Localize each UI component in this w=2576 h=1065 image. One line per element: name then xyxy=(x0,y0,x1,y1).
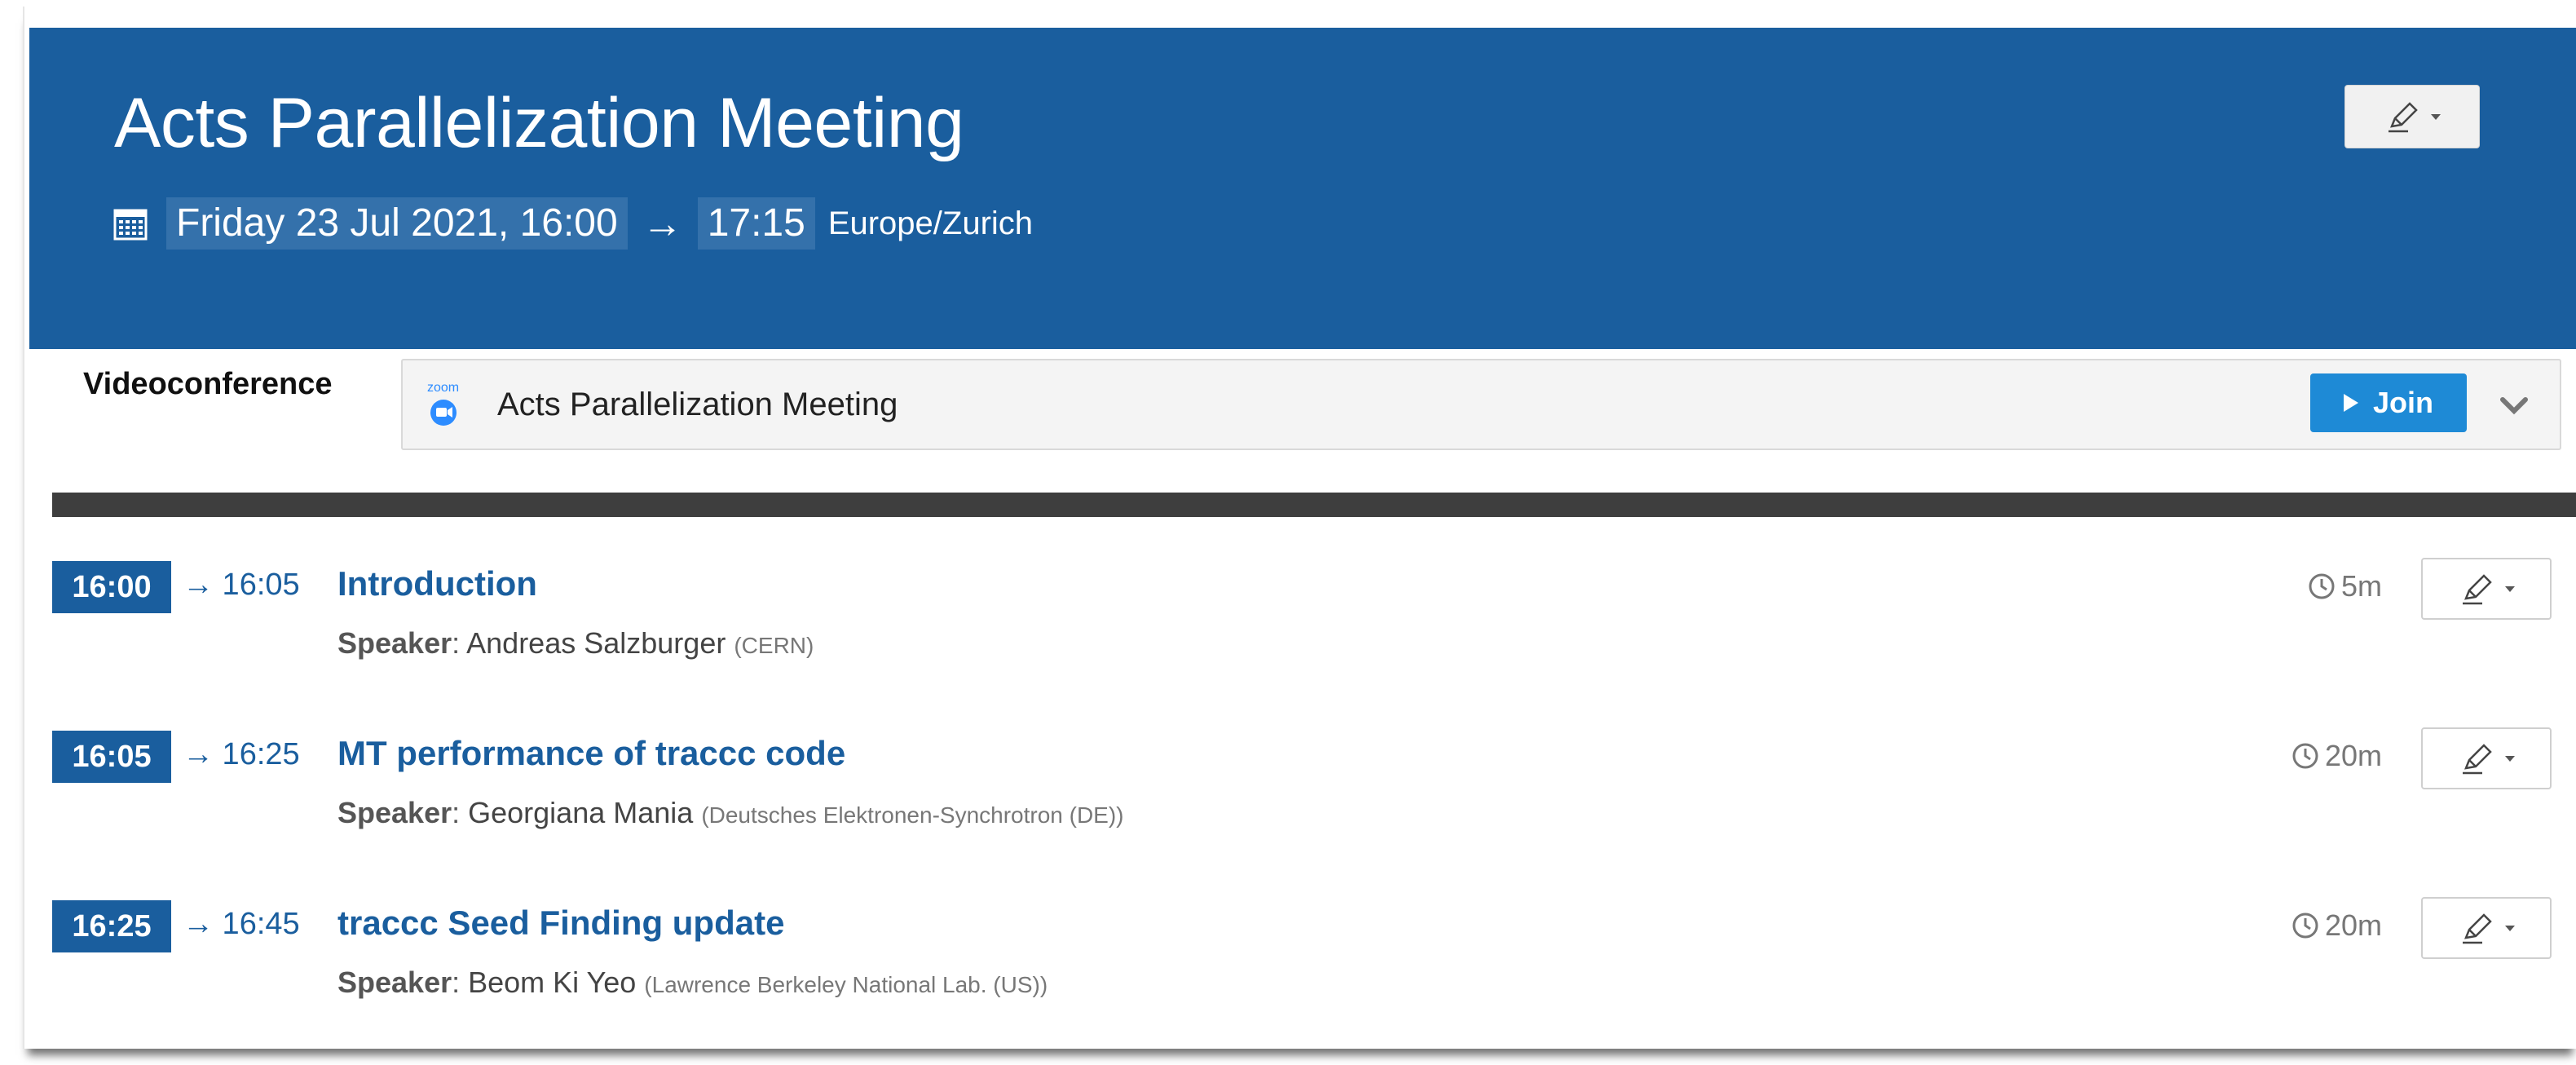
speaker-affiliation: (Deutsches Elektronen-Synchrotron (DE)) xyxy=(701,802,1124,828)
timetable-row: 16:00 → 16:05 Introduction Speaker: Andr… xyxy=(52,558,2576,692)
contribution-duration: 20m xyxy=(2291,908,2382,943)
duration-value: 5m xyxy=(2341,569,2383,603)
event-header: Acts Parallelization Meeting Friday 23 J… xyxy=(29,28,2576,349)
calendar-icon xyxy=(113,209,148,241)
svg-text:zoom: zoom xyxy=(427,381,459,395)
timetable-row: 16:05 → 16:25 MT performance of traccc c… xyxy=(52,727,2576,861)
speaker-affiliation: (CERN) xyxy=(734,633,814,658)
clock-icon xyxy=(2292,743,2318,769)
clock-icon xyxy=(2309,573,2335,599)
duration-value: 20m xyxy=(2325,739,2383,772)
chevron-down-icon xyxy=(2505,755,2515,762)
event-start-datetime: Friday 23 Jul 2021, 16:00 xyxy=(166,197,628,250)
event-end-time: 17:15 xyxy=(697,197,815,250)
contribution-duration: 5m xyxy=(2307,569,2382,603)
speaker-name[interactable]: Georgiana Mania xyxy=(468,796,693,829)
contribution-edit-button[interactable] xyxy=(2421,558,2552,620)
edit-pencil-icon xyxy=(2463,574,2492,605)
chevron-down-icon xyxy=(2505,925,2515,931)
zoom-logo: zoom xyxy=(427,381,459,426)
contribution-duration: 20m xyxy=(2291,739,2382,773)
chevron-down-icon xyxy=(2431,113,2441,120)
speaker-label: Speaker xyxy=(337,966,452,999)
join-button-label: Join xyxy=(2372,386,2433,419)
contribution-edit-button[interactable] xyxy=(2421,897,2552,959)
play-icon xyxy=(2343,394,2358,412)
videoconference-room: zoom Acts Parallelization Meeting Join xyxy=(401,359,2561,450)
videoconference-label: Videoconference xyxy=(83,367,333,401)
contribution-end-time: → 16:25 xyxy=(183,737,300,771)
contribution-title-link[interactable]: MT performance of traccc code xyxy=(337,734,845,773)
chevron-down-icon xyxy=(2505,586,2515,592)
contribution-speaker: Speaker: Georgiana Mania (Deutsches Elek… xyxy=(337,796,1124,829)
timetable-divider xyxy=(52,493,2576,517)
duration-value: 20m xyxy=(2325,908,2383,942)
edit-pencil-icon xyxy=(2463,744,2492,775)
contribution-start-time: 16:05 xyxy=(52,731,171,783)
speaker-name[interactable]: Beom Ki Yeo xyxy=(468,966,636,999)
timetable-row: 16:25 → 16:45 traccc Seed Finding update… xyxy=(52,897,2576,1031)
contribution-speaker: Speaker: Beom Ki Yeo (Lawrence Berkeley … xyxy=(337,966,1048,999)
speaker-affiliation: (Lawrence Berkeley National Lab. (US)) xyxy=(644,972,1048,997)
event-title: Acts Parallelization Meeting xyxy=(114,84,964,162)
event-time-arrow: → xyxy=(642,201,683,246)
clock-icon xyxy=(2292,913,2318,939)
contribution-speaker: Speaker: Andreas Salzburger (CERN) xyxy=(337,626,814,660)
event-timezone: Europe/Zurich xyxy=(827,205,1034,241)
chevron-down-icon[interactable] xyxy=(2494,385,2534,424)
contribution-end-time: → 16:45 xyxy=(183,907,300,941)
edit-pencil-icon xyxy=(2463,913,2492,944)
contribution-title-link[interactable]: Introduction xyxy=(337,564,537,603)
videoconference-room-name: Acts Parallelization Meeting xyxy=(497,387,898,422)
contribution-start-time: 16:00 xyxy=(52,561,171,613)
speaker-label: Speaker xyxy=(337,796,452,829)
event-edit-button[interactable] xyxy=(2344,85,2480,148)
contribution-edit-button[interactable] xyxy=(2421,727,2552,789)
contribution-title-link[interactable]: traccc Seed Finding update xyxy=(337,904,784,943)
edit-pencil-icon xyxy=(2389,102,2418,133)
contribution-start-time: 16:25 xyxy=(52,900,171,952)
speaker-label: Speaker xyxy=(337,626,452,660)
speaker-name[interactable]: Andreas Salzburger xyxy=(466,626,726,660)
join-button[interactable]: Join xyxy=(2310,373,2467,432)
contribution-end-time: → 16:05 xyxy=(183,568,300,602)
event-date-bar: Friday 23 Jul 2021, 16:00 → 17:15 Europe… xyxy=(112,197,1033,250)
